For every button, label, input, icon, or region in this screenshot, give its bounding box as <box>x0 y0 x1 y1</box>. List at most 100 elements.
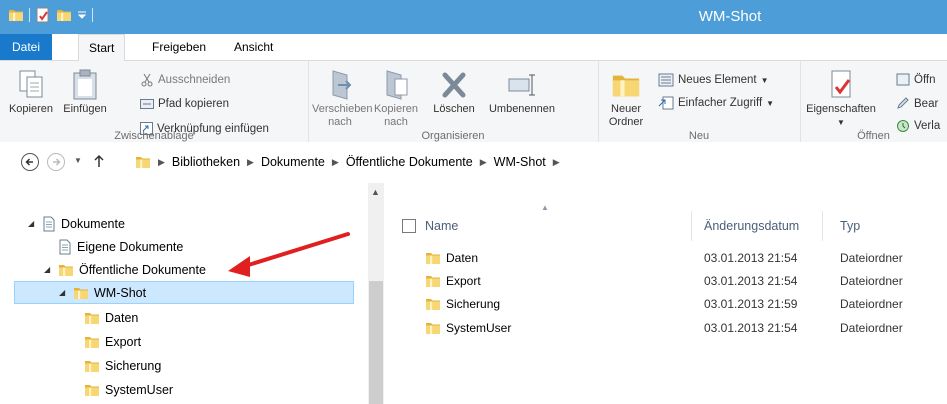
new-folder-button[interactable]: Neuer Ordner <box>604 69 648 129</box>
delete-button[interactable]: Löschen <box>426 69 482 116</box>
document-icon <box>58 239 72 255</box>
folder-icon <box>135 155 151 169</box>
breadcrumb-item[interactable]: Dokumente <box>261 155 325 169</box>
breadcrumb-item[interactable]: Bibliotheken <box>172 155 240 169</box>
breadcrumb-separator-icon[interactable]: ▶ <box>553 157 560 168</box>
up-arrow-icon[interactable] <box>92 153 106 169</box>
ribbon: Kopieren Einfügen Ausschneiden Pfad kopi… <box>0 61 947 143</box>
copy-path-button[interactable]: Pfad kopieren <box>140 98 229 110</box>
tree-item-eigene-dokumente[interactable]: Eigene Dokumente <box>58 235 183 258</box>
forward-arrow-icon[interactable] <box>46 152 66 172</box>
cut-button[interactable]: Ausschneiden <box>140 73 230 87</box>
breadcrumb-item[interactable]: Öffentliche Dokumente <box>346 155 473 169</box>
rename-icon <box>508 74 535 96</box>
file-type: Dateiordner <box>840 297 903 311</box>
folder-icon <box>425 274 441 288</box>
edit-button[interactable]: Bear <box>896 97 938 110</box>
copy-to-label-2: nach <box>384 116 408 128</box>
tree-item-dokumente[interactable]: ◢ Dokumente <box>28 212 125 235</box>
file-date: 03.01.2013 21:54 <box>704 251 798 265</box>
address-bar-row: ▼ ▶ Bibliotheken ▶ Dokumente ▶ Öffentlic… <box>0 142 947 180</box>
file-type: Dateiordner <box>840 321 903 335</box>
table-row[interactable]: Export 03.01.2013 21:54 Dateiordner <box>385 270 947 293</box>
cut-label: Ausschneiden <box>158 74 231 86</box>
title-bar: WM-Shot <box>0 0 947 34</box>
move-to-icon <box>332 70 352 100</box>
move-to-button[interactable]: Verschieben nach <box>312 69 373 129</box>
new-folder-icon[interactable] <box>56 8 72 22</box>
annotation-arrow-icon <box>228 232 350 277</box>
column-header-name[interactable]: Name <box>425 219 458 233</box>
table-row[interactable]: Sicherung 03.01.2013 21:59 Dateiordner <box>385 293 947 316</box>
tab-file[interactable]: Datei <box>0 34 53 60</box>
scroll-up-icon[interactable]: ▲ <box>371 187 380 197</box>
copy-label: Kopieren <box>8 103 54 115</box>
paste-button[interactable]: Einfügen <box>60 69 110 116</box>
scrollbar-thumb[interactable] <box>369 281 383 404</box>
tree-item-label: SystemUser <box>105 382 174 397</box>
select-all-checkbox[interactable] <box>402 219 416 233</box>
column-header-type[interactable]: Typ <box>840 219 860 233</box>
breadcrumb-separator-icon[interactable]: ▶ <box>480 157 487 168</box>
navigation-pane: ◢ Dokumente Eigene Dokumente ◢ Öffentlic… <box>14 183 368 404</box>
collapse-triangle-icon[interactable]: ◢ <box>28 219 37 228</box>
column-header-date[interactable]: Änderungsdatum <box>704 219 799 233</box>
tree-item-label: Dokumente <box>61 216 125 231</box>
properties-icon[interactable] <box>35 7 51 23</box>
tab-share[interactable]: Freigeben <box>142 34 216 60</box>
easy-access-button[interactable]: Einfacher Zugriff ▼ <box>658 96 774 110</box>
rename-button[interactable]: Umbenennen <box>486 69 558 116</box>
tab-view[interactable]: Ansicht <box>224 34 283 60</box>
folder-icon <box>73 286 89 300</box>
tree-item-wm-shot[interactable]: ◢ WM-Shot <box>14 281 354 304</box>
group-label-organize: Organisieren <box>421 130 485 142</box>
group-clipboard: Kopieren Einfügen Ausschneiden Pfad kopi… <box>0 61 309 142</box>
breadcrumb-separator-icon[interactable]: ▶ <box>332 157 339 168</box>
column-divider[interactable] <box>822 211 823 241</box>
tree-item-systemuser[interactable]: SystemUser <box>84 378 173 401</box>
tab-start[interactable]: Start <box>78 34 126 62</box>
tree-item-oeffentliche-dokumente[interactable]: ◢ Öffentliche Dokumente <box>44 258 206 281</box>
tree-item-label: Sicherung <box>105 358 162 373</box>
tree-item-label: Öffentliche Dokumente <box>79 262 206 277</box>
tree-item-export[interactable]: Export <box>84 330 141 353</box>
folder-icon <box>84 311 100 325</box>
breadcrumb-item[interactable]: WM-Shot <box>494 155 546 169</box>
file-type: Dateiordner <box>840 251 903 265</box>
breadcrumb-separator-icon[interactable]: ▶ <box>158 157 165 168</box>
paste-label: Einfügen <box>63 103 107 115</box>
qat-separator <box>29 8 30 22</box>
new-item-button[interactable]: Neues Element ▼ <box>658 73 769 87</box>
recent-locations-chevron-icon[interactable]: ▼ <box>74 156 82 165</box>
clipboard-icon <box>73 69 97 100</box>
copy-button[interactable]: Kopieren <box>6 69 56 116</box>
breadcrumb-separator-icon[interactable]: ▶ <box>247 157 254 168</box>
edit-label: Bear <box>914 97 939 110</box>
folder-icon <box>425 297 441 311</box>
file-name: SystemUser <box>446 321 512 335</box>
window-title: WM-Shot <box>698 8 762 25</box>
group-label-open: Öffnen <box>857 130 890 142</box>
tree-item-daten[interactable]: Daten <box>84 306 138 329</box>
properties-label: Eigenschaften <box>806 103 876 115</box>
back-arrow-icon[interactable] <box>20 152 40 172</box>
tree-item-sicherung[interactable]: Sicherung <box>84 354 161 377</box>
customize-qat-icon[interactable] <box>77 9 87 21</box>
new-folder-label-1: Neuer <box>611 103 641 115</box>
folder-icon <box>425 251 441 265</box>
table-row[interactable]: Daten 03.01.2013 21:54 Dateiordner <box>385 247 947 270</box>
copy-to-button[interactable]: Kopieren nach <box>370 69 422 129</box>
quick-access-toolbar <box>8 7 93 23</box>
navigation-scrollbar[interactable]: ▲ <box>368 183 384 404</box>
collapse-triangle-icon[interactable]: ◢ <box>59 288 68 297</box>
scissors-icon <box>141 73 153 87</box>
breadcrumb[interactable]: ▶ Bibliotheken ▶ Dokumente ▶ Öffentliche… <box>135 151 560 173</box>
ribbon-tabs: Datei Start Freigeben Ansicht <box>0 34 947 62</box>
open-button[interactable]: Öffn <box>896 73 936 86</box>
file-date: 03.01.2013 21:59 <box>704 297 798 311</box>
column-divider[interactable] <box>691 211 692 241</box>
collapse-triangle-icon[interactable]: ◢ <box>44 265 53 274</box>
properties-button[interactable]: Eigenschaften ▼ <box>806 69 876 129</box>
file-name: Export <box>446 274 481 288</box>
table-row[interactable]: SystemUser 03.01.2013 21:54 Dateiordner <box>385 317 947 340</box>
